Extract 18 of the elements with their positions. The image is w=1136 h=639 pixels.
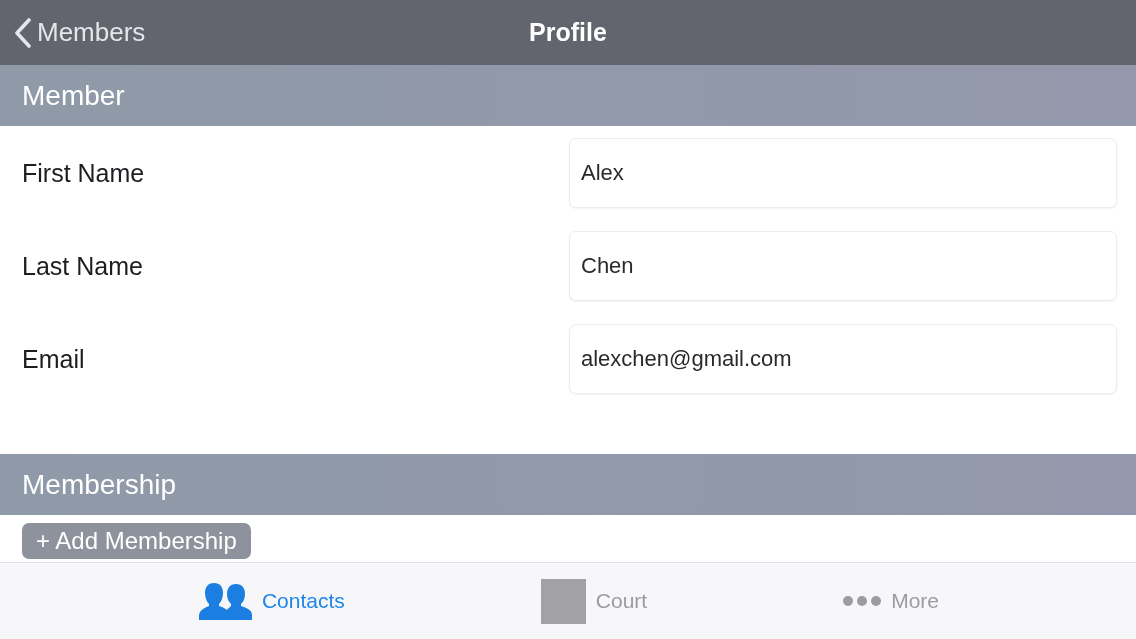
section-header: Member — [0, 65, 1136, 126]
more-dots-icon — [843, 596, 882, 606]
tab-item[interactable]: More — [843, 589, 940, 613]
field-label: Last Name — [22, 251, 143, 281]
field-label: Email — [22, 344, 85, 374]
text-field[interactable]: alexchen@gmail.com — [569, 324, 1117, 394]
tab-item[interactable]: Court — [540, 578, 648, 624]
text-field[interactable]: Alex — [569, 138, 1117, 208]
people-icon — [198, 582, 252, 620]
chevron-left-icon — [14, 17, 32, 48]
screen-title: Profile — [529, 18, 607, 47]
text-field[interactable]: Chen — [569, 231, 1117, 301]
square-icon — [540, 578, 586, 624]
section-header: Membership — [0, 454, 1136, 515]
add-membership-button[interactable]: + Add Membership — [22, 523, 251, 559]
field-label: First Name — [22, 158, 145, 188]
back-button[interactable]: Members — [14, 15, 146, 50]
tab-item[interactable]: Contacts — [198, 582, 345, 620]
